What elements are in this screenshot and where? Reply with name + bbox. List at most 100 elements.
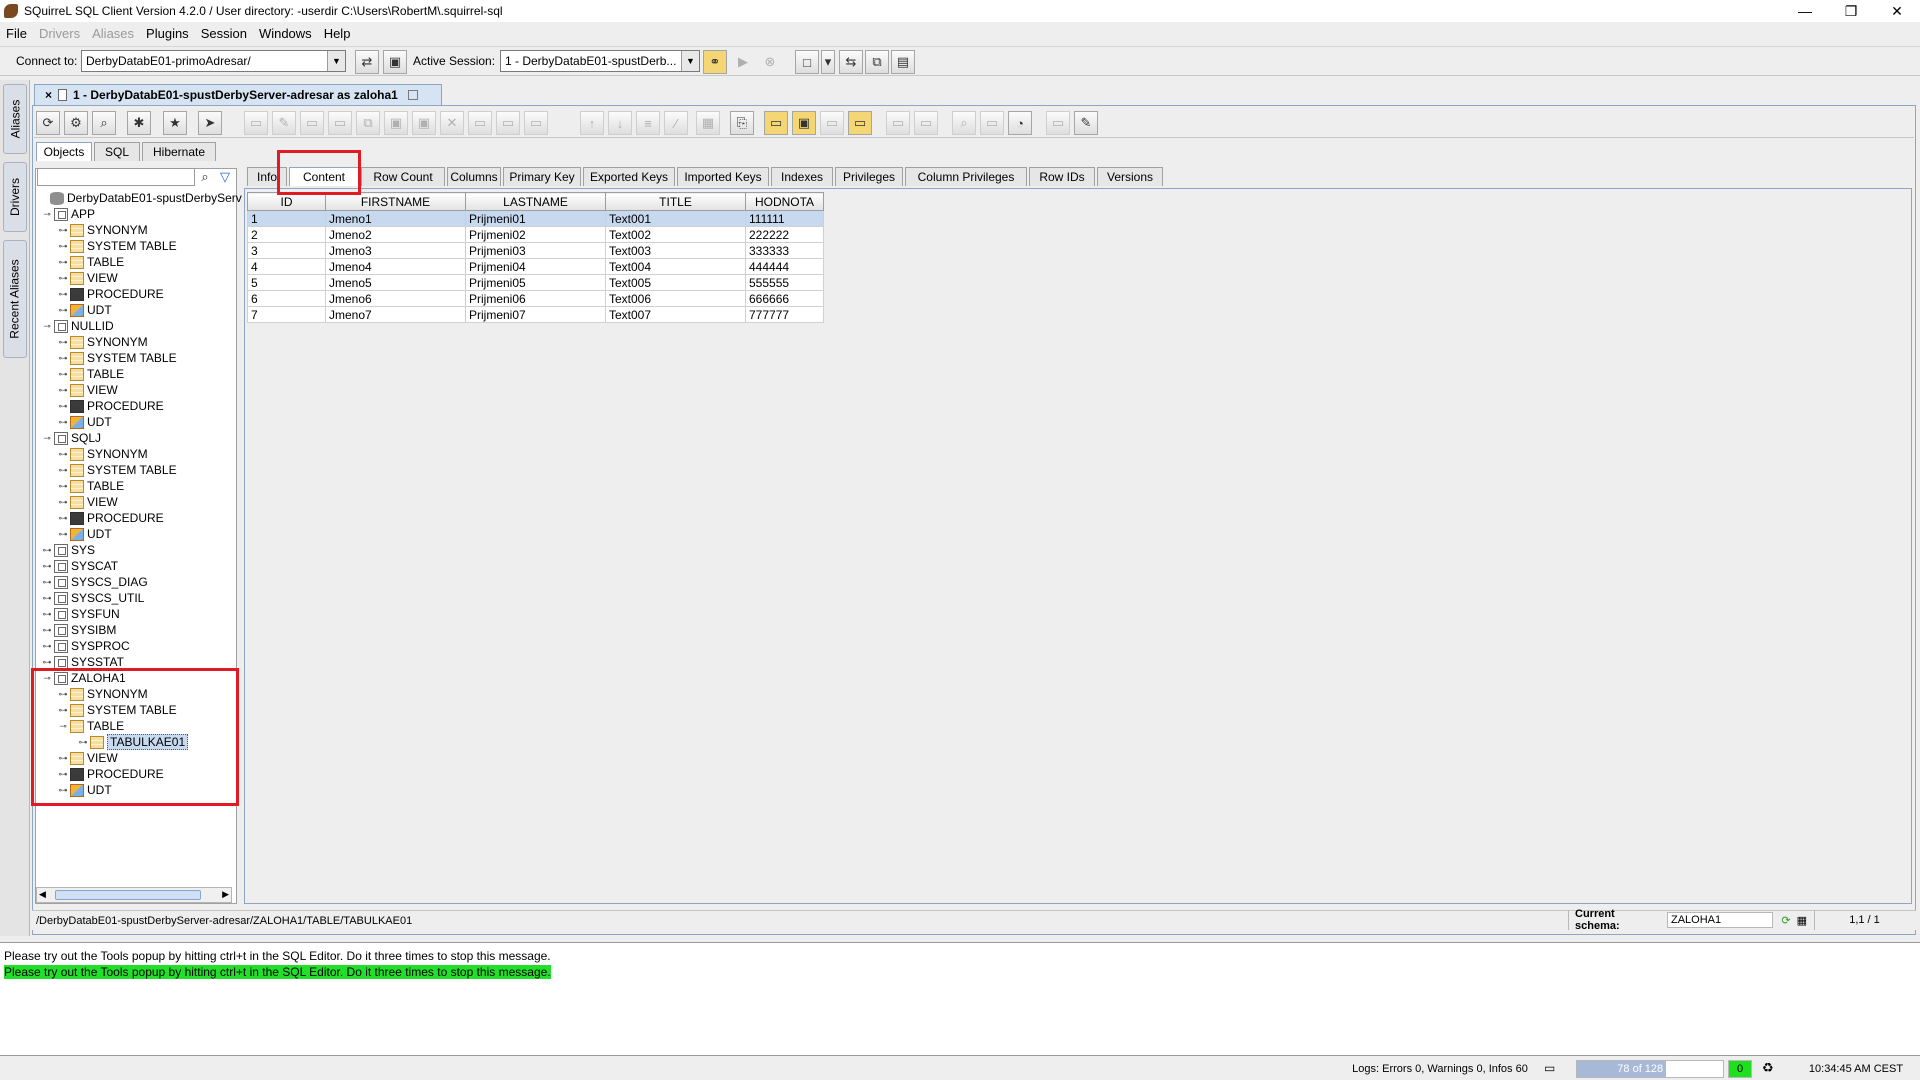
table-cell[interactable]: 333333 bbox=[745, 242, 824, 259]
down-icon[interactable]: ↓ bbox=[608, 111, 632, 135]
stop-icon[interactable]: ⊗ bbox=[758, 50, 782, 74]
table-cell[interactable]: Jmeno2 bbox=[325, 226, 466, 243]
table-row[interactable]: 1 Jmeno1 Prijmeni01 Text001 111111 bbox=[247, 210, 824, 227]
column-header-title[interactable]: TITLE bbox=[605, 192, 746, 211]
table-cell[interactable]: 444444 bbox=[745, 258, 824, 275]
table-cell[interactable]: 666666 bbox=[745, 290, 824, 307]
tree-node-synonym[interactable]: ⊶ SYNONYM bbox=[58, 686, 148, 702]
filter-icon[interactable]: ▽ bbox=[216, 168, 234, 186]
new-icon[interactable]: ▭ bbox=[244, 111, 268, 135]
tree-node-table[interactable]: ⊸ TABLE bbox=[58, 718, 124, 734]
tab-primary-key[interactable]: Primary Key bbox=[503, 167, 581, 186]
tree-node-tabulkae01[interactable]: ⊶ TABULKAE01 bbox=[78, 734, 189, 750]
table-cell[interactable]: Prijmeni07 bbox=[465, 306, 606, 323]
session-link-icon[interactable]: ⚭ bbox=[703, 50, 727, 74]
tree-node-udt[interactable]: ⊶ UDT bbox=[58, 414, 112, 430]
tree-node-synonym[interactable]: ⊶ SYNONYM bbox=[58, 222, 148, 238]
expand-toggle-icon[interactable]: ⊸ bbox=[42, 673, 52, 684]
scroll-left-icon[interactable]: ◀ bbox=[39, 889, 46, 900]
table-cell[interactable]: Prijmeni05 bbox=[465, 274, 606, 291]
connect-icon[interactable]: ⇄ bbox=[355, 50, 379, 74]
expand-toggle-icon[interactable]: ⊶ bbox=[58, 689, 68, 700]
cascade-icon[interactable]: ⇆ bbox=[839, 50, 863, 74]
content-grid[interactable]: ID FIRSTNAME LASTNAME TITLE HODNOTA 1 Jmeno1 P… bbox=[247, 192, 824, 323]
table-cell[interactable]: Jmeno5 bbox=[325, 274, 466, 291]
memory-bar[interactable]: 78 of 128 MB bbox=[1576, 1060, 1724, 1078]
tree-node-view[interactable]: ⊶ VIEW bbox=[58, 270, 118, 286]
expand-toggle-icon[interactable]: ⊶ bbox=[58, 369, 68, 380]
table-cell[interactable]: Text003 bbox=[605, 242, 746, 259]
table-cell[interactable]: Prijmeni02 bbox=[465, 226, 606, 243]
garbage-collect-icon[interactable]: ♻ bbox=[1762, 1060, 1774, 1076]
align-icon[interactable]: ≡ bbox=[636, 111, 660, 135]
expand-toggle-icon[interactable]: ⊶ bbox=[58, 449, 68, 460]
column-header-hodnota[interactable]: HODNOTA bbox=[745, 192, 824, 211]
column-header-firstname[interactable]: FIRSTNAME bbox=[325, 192, 466, 211]
table-cell[interactable]: 777777 bbox=[745, 306, 824, 323]
play-icon[interactable]: ▶ bbox=[731, 50, 755, 74]
tree-node-udt[interactable]: ⊶ UDT bbox=[58, 526, 112, 542]
tree-schema-sysibm[interactable]: ⊶ SYSIBM bbox=[42, 622, 117, 638]
tree-node-procedure[interactable]: ⊶ PROCEDURE bbox=[58, 766, 164, 782]
tab-row-count[interactable]: Row Count bbox=[361, 167, 445, 186]
vtab-recent-aliases[interactable]: Recent Aliases bbox=[3, 240, 27, 358]
refresh-icon[interactable]: ⟳ bbox=[1781, 914, 1790, 927]
menu-file[interactable]: File bbox=[0, 26, 33, 41]
new-window-icon[interactable]: □ bbox=[795, 50, 819, 74]
log-monitor-icon[interactable]: ▭ bbox=[1544, 1061, 1555, 1075]
table-row[interactable]: 3 Jmeno3 Prijmeni03 Text003 333333 bbox=[247, 242, 824, 259]
expand-toggle-icon[interactable]: ⊶ bbox=[58, 305, 68, 316]
expand-toggle-icon[interactable]: ⊶ bbox=[42, 641, 52, 652]
menu-help[interactable]: Help bbox=[318, 26, 357, 41]
expand-toggle-icon[interactable]: ⊶ bbox=[78, 737, 88, 748]
table-cell[interactable]: Text001 bbox=[605, 210, 746, 227]
expand-toggle-icon[interactable]: ⊶ bbox=[58, 417, 68, 428]
table-cell[interactable]: 7 bbox=[247, 306, 326, 323]
tree-node-synonym[interactable]: ⊶ SYNONYM bbox=[58, 446, 148, 462]
save-as-icon[interactable]: ▣ bbox=[412, 111, 436, 135]
column-header-id[interactable]: ID bbox=[247, 192, 326, 211]
tree-schema-sysproc[interactable]: ⊶ SYSPROC bbox=[42, 638, 130, 654]
expand-toggle-icon[interactable]: ⊶ bbox=[58, 529, 68, 540]
print-icon[interactable]: ▭ bbox=[468, 111, 492, 135]
tree-node-system-table[interactable]: ⊶ SYSTEM TABLE bbox=[58, 462, 177, 478]
graph-icon[interactable]: ⎘ bbox=[730, 111, 754, 135]
menu-aliases[interactable]: Aliases bbox=[86, 26, 140, 41]
table-cell[interactable]: 1 bbox=[247, 210, 326, 227]
expand-toggle-icon[interactable]: ⊶ bbox=[42, 593, 52, 604]
table-row[interactable]: 6 Jmeno6 Prijmeni06 Text006 666666 bbox=[247, 290, 824, 307]
copy-icon[interactable]: ⧉ bbox=[356, 111, 380, 135]
chevron-down-icon[interactable]: ▼ bbox=[681, 51, 699, 71]
vtab-aliases[interactable]: Aliases bbox=[3, 84, 27, 154]
session-tab[interactable]: × 1 - DerbyDatabE01-spustDerbyServer-adr… bbox=[34, 84, 442, 105]
tree-node-procedure[interactable]: ⊶ PROCEDURE bbox=[58, 398, 164, 414]
tree-schema-nullid[interactable]: ⊸ NULLID bbox=[42, 318, 113, 334]
plugin-icon[interactable]: ▭ bbox=[1046, 111, 1070, 135]
bookmark-icon[interactable]: ★ bbox=[163, 111, 187, 135]
expand-toggle-icon[interactable]: ⊶ bbox=[58, 225, 68, 236]
menu-windows[interactable]: Windows bbox=[253, 26, 318, 41]
expand-toggle-icon[interactable]: ⊶ bbox=[42, 609, 52, 620]
tree-schema-sys[interactable]: ⊶ SYS bbox=[42, 542, 96, 558]
tab-versions[interactable]: Versions bbox=[1097, 167, 1163, 186]
expand-toggle-icon[interactable]: ⊶ bbox=[58, 513, 68, 524]
search-icon[interactable]: ⌕ bbox=[196, 168, 214, 186]
tab-imported-keys[interactable]: Imported Keys bbox=[677, 167, 769, 186]
scroll-right-icon[interactable]: ▶ bbox=[222, 889, 229, 900]
zoom-icon[interactable]: ⌕ bbox=[952, 111, 976, 135]
filter-icon[interactable]: ▭ bbox=[980, 111, 1004, 135]
detach-icon[interactable] bbox=[407, 90, 418, 100]
open-file-icon[interactable]: ▭ bbox=[764, 111, 788, 135]
table-cell[interactable]: 111111 bbox=[745, 210, 824, 227]
table-cell[interactable]: Jmeno3 bbox=[325, 242, 466, 259]
clock-icon[interactable]: ◔ bbox=[1008, 111, 1032, 135]
tree-node-view[interactable]: ⊶ VIEW bbox=[58, 750, 118, 766]
table-cell[interactable]: 2 bbox=[247, 226, 326, 243]
expand-toggle-icon[interactable]: ⊶ bbox=[58, 785, 68, 796]
save-file-icon[interactable]: ▣ bbox=[792, 111, 816, 135]
tree-node-udt[interactable]: ⊶ UDT bbox=[58, 302, 112, 318]
expand-toggle-icon[interactable]: ⊶ bbox=[58, 753, 68, 764]
tab-info[interactable]: Info bbox=[247, 167, 287, 186]
expand-toggle-icon[interactable]: ⊶ bbox=[42, 561, 52, 572]
tile-icon[interactable]: ▤ bbox=[891, 50, 915, 74]
